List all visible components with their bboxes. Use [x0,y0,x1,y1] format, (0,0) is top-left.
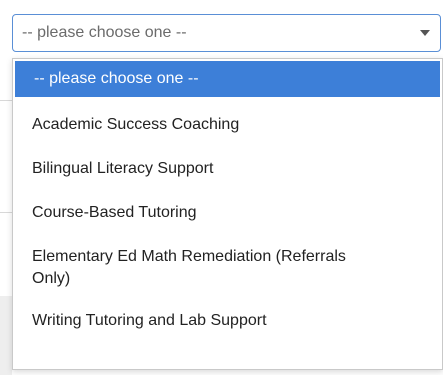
background-divider [0,212,12,213]
option-course-based-tutoring[interactable]: Course-Based Tutoring [13,191,442,235]
select-options-list: -- please choose one -- Academic Success… [12,58,443,370]
option-elementary-ed-math-remediation[interactable]: Elementary Ed Math Remediation (Referral… [13,235,373,299]
option-writing-tutoring-lab-support[interactable]: Writing Tutoring and Lab Support [13,299,442,343]
page: -- please choose one -- -- please choose… [0,0,443,375]
background-panel [0,296,12,375]
service-select[interactable]: -- please choose one -- [12,14,441,52]
caret-down-icon[interactable] [420,30,430,36]
option-please-choose[interactable]: -- please choose one -- [15,61,440,97]
background-divider [0,100,12,101]
option-bilingual-literacy-support[interactable]: Bilingual Literacy Support [13,147,442,191]
select-current-value: -- please choose one -- [22,24,187,41]
option-academic-success-coaching[interactable]: Academic Success Coaching [13,103,442,147]
